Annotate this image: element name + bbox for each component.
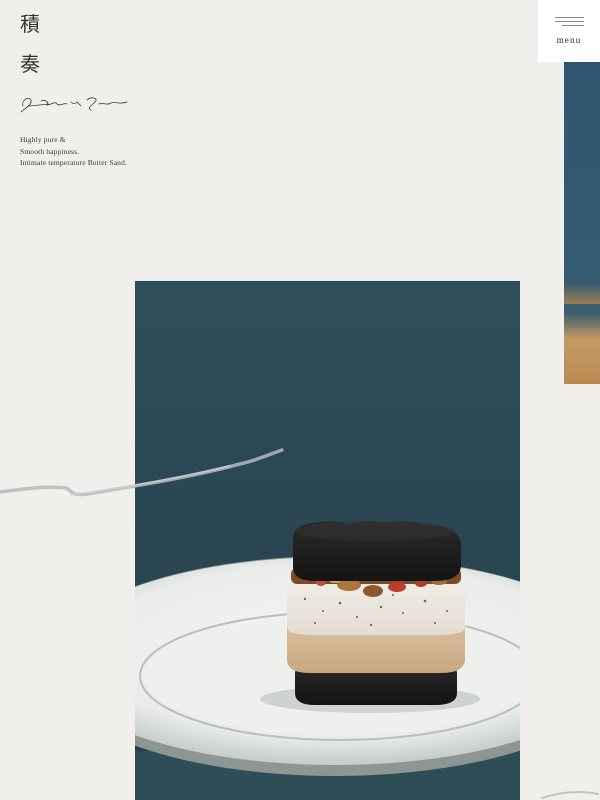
- tagline-line-2: Smooth happiness.: [20, 146, 80, 156]
- logo-kanji-2: 奏: [20, 52, 40, 76]
- menu-label: menu: [556, 35, 582, 45]
- brand-logo[interactable]: 積 奏: [20, 14, 48, 74]
- menu-button[interactable]: menu: [538, 0, 600, 62]
- tagline-line-1: Highly pure &: [20, 135, 66, 144]
- page: 積 奏 Highly pure & Smooth happiness. Inti…: [0, 0, 600, 800]
- brush-stroke-corner: [541, 790, 599, 799]
- tagline-line-3: Intimate temperature Butter Sand.: [20, 158, 127, 167]
- signature-logo: [20, 97, 128, 113]
- hamburger-icon: [555, 17, 584, 27]
- tagline: Highly pure & Smooth happiness. Intimate…: [20, 134, 127, 169]
- main-photo-butter-sand: [135, 281, 520, 800]
- logo-kanji-1: 積: [20, 12, 40, 36]
- side-photo: [564, 62, 600, 384]
